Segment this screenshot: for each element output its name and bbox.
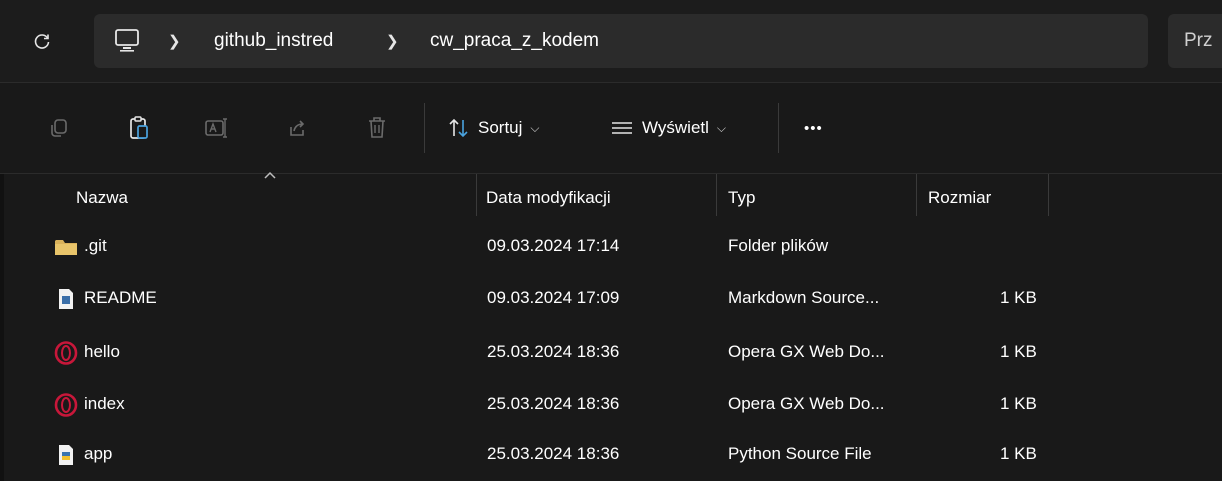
file-size: 1 KB — [1000, 342, 1037, 361]
command-bar: Sortuj ⌵ Wyświetl ⌵ ••• — [0, 83, 1222, 174]
column-divider[interactable] — [476, 174, 477, 216]
file-modified: 25.03.2024 18:36 — [487, 342, 620, 361]
share-icon — [290, 120, 305, 136]
toolbar-divider — [778, 103, 779, 153]
breadcrumb-item[interactable]: github_instred — [214, 30, 333, 52]
share-button[interactable] — [282, 113, 312, 143]
python-file-icon — [59, 445, 73, 465]
sort-button[interactable]: Sortuj ⌵ — [448, 113, 540, 143]
file-name: index — [84, 394, 125, 413]
column-header-modified[interactable]: Data modyfikacji — [486, 188, 611, 208]
trash-icon — [369, 117, 385, 138]
opera-gx-icon — [54, 393, 78, 417]
column-header-size[interactable]: Rozmiar — [928, 188, 991, 208]
file-name: .git — [84, 236, 107, 255]
file-size: 1 KB — [1000, 288, 1037, 307]
file-row[interactable]: README 09.03.2024 17:09 Markdown Source.… — [0, 274, 1222, 324]
file-modified: 09.03.2024 17:09 — [487, 288, 620, 307]
this-pc-icon[interactable] — [114, 28, 142, 54]
copy-icon — [51, 119, 67, 137]
search-input[interactable]: Prz — [1168, 14, 1222, 68]
toolbar-divider — [424, 103, 425, 153]
file-name: app — [84, 444, 113, 463]
chevron-right-icon[interactable]: ❯ — [386, 32, 399, 50]
view-button[interactable]: Wyświetl ⌵ — [610, 113, 726, 143]
column-header-row: Nazwa Data modyfikacji Typ Rozmiar — [0, 174, 1222, 218]
address-bar[interactable]: ❯ github_instred ❯ cw_praca_z_kodem — [94, 14, 1148, 68]
copy-button[interactable] — [44, 113, 74, 143]
column-divider[interactable] — [716, 174, 717, 216]
rename-button[interactable] — [202, 113, 232, 143]
file-type: Python Source File — [728, 444, 872, 463]
refresh-button[interactable] — [30, 30, 54, 54]
chevron-right-icon[interactable]: ❯ — [168, 32, 181, 50]
file-row[interactable]: index 25.03.2024 18:36 Opera GX Web Do..… — [0, 380, 1222, 430]
paste-icon — [130, 116, 148, 139]
file-row[interactable]: app 25.03.2024 18:36 Python Source File … — [0, 430, 1222, 480]
file-row[interactable]: .git 09.03.2024 17:14 Folder plików — [0, 222, 1222, 272]
file-type: Opera GX Web Do... — [728, 394, 885, 413]
delete-button[interactable] — [362, 113, 392, 143]
rename-icon — [205, 118, 227, 138]
search-placeholder: Prz — [1184, 30, 1213, 51]
chevron-down-icon: ⌵ — [716, 120, 727, 135]
file-name: hello — [84, 342, 120, 361]
breadcrumb-item[interactable]: cw_praca_z_kodem — [430, 30, 599, 52]
column-header-type[interactable]: Typ — [728, 188, 755, 208]
column-header-name[interactable]: Nazwa — [76, 188, 128, 208]
column-divider[interactable] — [916, 174, 917, 216]
file-name: README — [84, 288, 157, 307]
paste-button[interactable] — [124, 113, 154, 143]
more-options-button[interactable]: ••• — [804, 113, 823, 143]
folder-icon — [55, 240, 77, 255]
file-type: Opera GX Web Do... — [728, 342, 885, 361]
chevron-down-icon: ⌵ — [530, 120, 540, 135]
file-modified: 25.03.2024 18:36 — [487, 394, 620, 413]
more-icon: ••• — [804, 119, 823, 137]
file-modified: 25.03.2024 18:36 — [487, 444, 620, 463]
file-type: Folder plików — [728, 236, 829, 255]
sort-label: Sortuj — [478, 118, 523, 137]
refresh-icon — [34, 34, 50, 49]
address-bar-row: ❯ github_instred ❯ cw_praca_z_kodem Prz — [0, 0, 1222, 83]
file-row[interactable]: hello 25.03.2024 18:36 Opera GX Web Do..… — [0, 328, 1222, 378]
view-icon — [612, 122, 632, 134]
view-label: Wyświetl — [642, 118, 709, 137]
markdown-file-icon — [59, 289, 73, 309]
opera-gx-icon — [54, 341, 78, 365]
file-size: 1 KB — [1000, 394, 1037, 413]
file-size: 1 KB — [1000, 444, 1037, 463]
file-type: Markdown Source... — [728, 288, 880, 307]
column-divider[interactable] — [1048, 174, 1049, 216]
file-modified: 09.03.2024 17:14 — [487, 236, 620, 255]
sort-icon — [449, 118, 468, 138]
